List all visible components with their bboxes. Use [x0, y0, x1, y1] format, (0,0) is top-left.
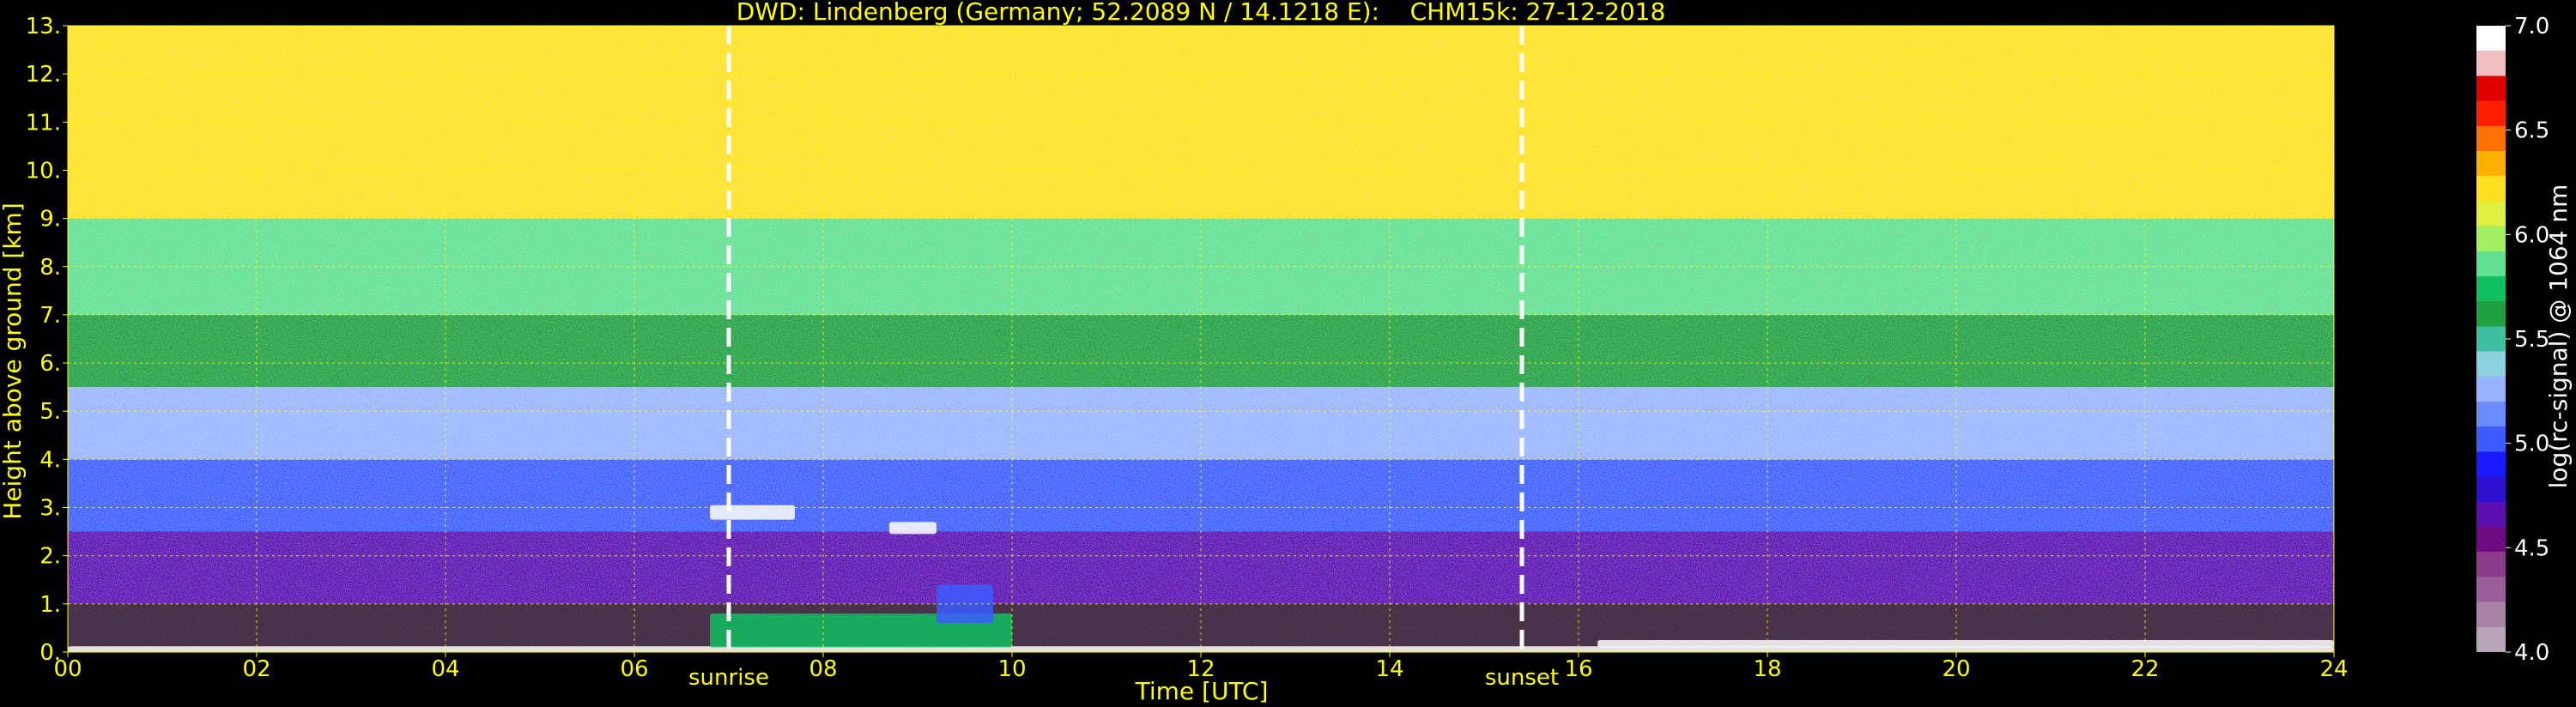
- x-tick-label-20: 20: [1942, 656, 1970, 682]
- x-tick-label-06: 06: [620, 656, 648, 682]
- cbar-tick-label-6: 7.0: [2514, 14, 2549, 39]
- y-axis-ticks: 0. 1. 2. 3. 4. 5. 6. 7. 8. 9. 10. 11. 12. 13.: [26, 14, 68, 666]
- y-tick-label-13: 13.: [26, 14, 61, 39]
- feature-cloud-layer-1: [710, 505, 795, 520]
- colorbar: 4.04.55.05.56.06.57.0 log(rc-signal) @ 1…: [2476, 14, 2573, 666]
- y-tick-label-4: 4.: [39, 447, 61, 473]
- ceilometer-chart: sunrise sunset 00 02 04 06 08 10 12 14 16 18 20 22 24…: [0, 0, 2573, 705]
- y-tick-label-2: 2.: [39, 544, 61, 570]
- x-tick-label-02: 02: [242, 656, 270, 682]
- x-axis-title: Time [UTC]: [1135, 677, 1269, 705]
- y-tick-label-9: 9.: [39, 207, 61, 233]
- marker-label-sunset: sunset: [1485, 665, 1559, 691]
- chart-title: DWD: Lindenberg (Germany; 52.2089 N / 14…: [736, 0, 1666, 26]
- y-axis-title: Height above ground [km]: [0, 202, 27, 520]
- y-tick-label-12: 12.: [26, 62, 61, 88]
- plot-area: sunrise sunset: [67, 25, 2335, 691]
- x-tick-label-24: 24: [2319, 656, 2348, 682]
- y-tick-label-11: 11.: [26, 110, 61, 136]
- y-tick-label-7: 7.: [39, 303, 61, 329]
- y-tick-label-6: 6.: [39, 351, 61, 377]
- y-tick-label-1: 1.: [39, 592, 61, 618]
- y-tick-label-10: 10.: [26, 158, 61, 184]
- cbar-tick-label-0: 4.0: [2514, 640, 2549, 666]
- x-tick-label-14: 14: [1375, 656, 1403, 682]
- x-tick-label-16: 16: [1564, 656, 1592, 682]
- x-tick-label-08: 08: [809, 656, 837, 682]
- feature-afternoon-bl: [1597, 639, 2334, 648]
- y-tick-label-8: 8.: [39, 255, 61, 281]
- y-tick-label-5: 5.: [39, 399, 61, 425]
- x-tick-label-10: 10: [997, 656, 1026, 682]
- cbar-tick-label-1: 4.5: [2514, 535, 2549, 561]
- feature-cloud-layer-2: [889, 522, 936, 535]
- marker-label-sunrise: sunrise: [688, 665, 769, 691]
- colorbar-ticks: 4.04.55.05.56.06.57.0: [2506, 14, 2549, 666]
- y-tick-label-3: 3.: [39, 496, 61, 522]
- x-tick-label-22: 22: [2131, 656, 2159, 682]
- y-tick-label-0: 0.: [39, 640, 61, 666]
- colorbar-title: log(rc-signal) @ 1064 nm: [2544, 184, 2573, 489]
- x-tick-label-18: 18: [1753, 656, 1781, 682]
- x-tick-label-04: 04: [431, 656, 459, 682]
- cbar-tick-label-5: 6.5: [2514, 118, 2549, 144]
- colorbar-bar: [2476, 26, 2506, 652]
